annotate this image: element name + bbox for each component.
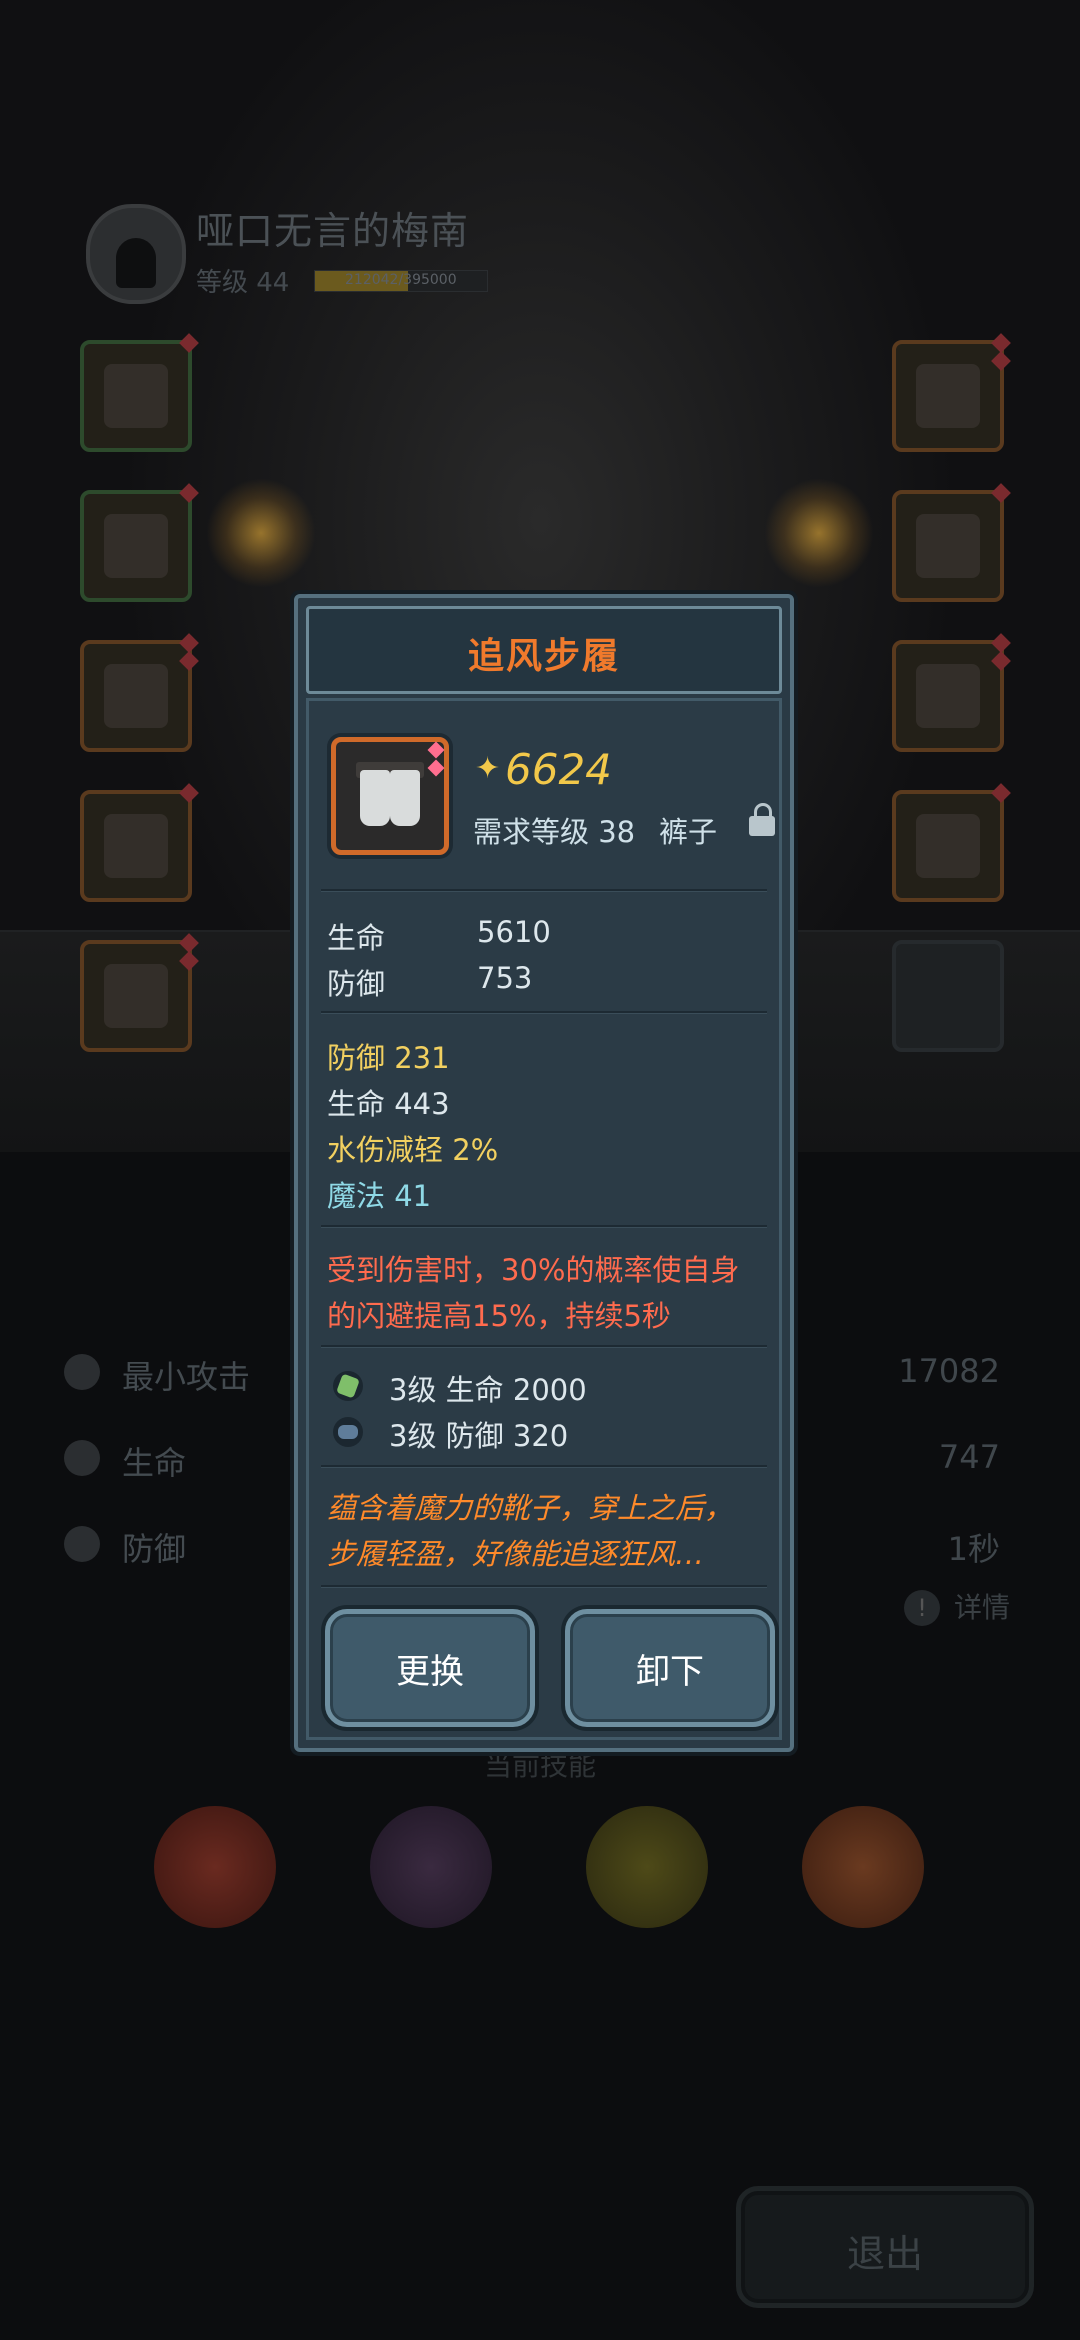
sword-icon <box>64 1354 100 1390</box>
replace-button[interactable]: 更换 <box>325 1609 535 1727</box>
divider <box>321 889 767 891</box>
equip-slot-boots[interactable] <box>80 633 199 752</box>
divider <box>321 1225 767 1227</box>
equip-slot-necklace[interactable] <box>892 633 1011 752</box>
equip-slot-empty[interactable] <box>892 940 1004 1052</box>
belt-icon <box>104 964 168 1028</box>
info-icon[interactable]: ! <box>904 1590 940 1626</box>
item-slot-type: 裤子 <box>659 815 718 849</box>
shield-icon <box>64 1526 100 1562</box>
divider <box>321 1585 767 1587</box>
stat-label: 最小攻击 <box>122 1358 251 1396</box>
stat-value: 1秒 <box>947 1530 1000 1568</box>
stat-label: 生命 <box>122 1444 187 1482</box>
player-avatar[interactable] <box>86 204 186 304</box>
set-bonus: 3级 生命 2000 <box>389 1373 587 1407</box>
item-description: 步履轻盈，好像能追逐狂风… <box>327 1537 705 1571</box>
stat-value: 17082 <box>898 1352 1000 1390</box>
equip-slot-bracer[interactable] <box>80 783 199 902</box>
divider <box>321 1345 767 1347</box>
bracer-icon <box>104 814 168 878</box>
weapon-icon <box>104 364 168 428</box>
player-name: 哑口无言的梅南 <box>196 209 470 253</box>
equip-slot-ring[interactable] <box>892 483 1011 602</box>
exit-label: 退出 <box>846 2232 923 2276</box>
bonus-stat: 防御 231 <box>327 1041 450 1075</box>
lock-icon[interactable] <box>749 803 775 836</box>
divider <box>321 1011 767 1013</box>
replace-label: 更换 <box>396 1652 464 1692</box>
score-icon: ✦ <box>475 751 501 786</box>
blue-gem-icon <box>333 1417 363 1447</box>
set-bonus: 3级 防御 320 <box>389 1419 569 1453</box>
base-stat-value: 5610 <box>477 915 551 949</box>
required-level: 需求等级 38 <box>473 815 636 849</box>
item-name: 追风步履 <box>467 636 620 677</box>
detail-link[interactable]: 详情 <box>954 1586 1010 1626</box>
skill-dagger-icon[interactable] <box>370 1806 492 1928</box>
base-stat-label: 防御 <box>327 967 386 1001</box>
ring-icon <box>916 514 980 578</box>
torch-light-left <box>206 478 316 588</box>
equip-slot-gloves[interactable] <box>892 783 1011 902</box>
item-score: 6624 <box>505 745 612 794</box>
heart-icon <box>64 1440 100 1476</box>
necklace-icon <box>916 664 980 728</box>
popup-body: ✦ 6624 需求等级 38 裤子 生命 5610 防御 753 防御 231 … <box>306 698 782 1740</box>
divider <box>321 1465 767 1467</box>
stat-value: 747 <box>938 1438 1000 1476</box>
skill-orb-icon[interactable] <box>586 1806 708 1928</box>
green-gem-icon <box>333 1371 363 1401</box>
player-level: 等级 44 <box>196 268 290 298</box>
equip-slot-helmet[interactable] <box>892 333 1011 452</box>
bonus-stat: 水伤减轻 2% <box>327 1133 499 1167</box>
unequip-button[interactable]: 卸下 <box>565 1609 775 1727</box>
popup-header: 追风步履 <box>306 606 782 694</box>
item-description: 蕴含着魔力的靴子，穿上之后， <box>327 1491 734 1525</box>
effect-line: 受到伤害时，30%的概率使自身 <box>327 1253 740 1287</box>
boots-icon <box>331 737 449 855</box>
base-stat-value: 753 <box>477 961 533 995</box>
skill-burst-icon[interactable] <box>802 1806 924 1928</box>
equip-slot-armor[interactable] <box>80 483 199 602</box>
effect-line: 的闪避提高15%，持续5秒 <box>327 1299 671 1333</box>
equip-slot-weapon[interactable] <box>80 333 199 452</box>
bonus-stat: 魔法 41 <box>327 1179 432 1213</box>
exit-button[interactable]: 退出 <box>736 2186 1034 2308</box>
torch-light-right <box>764 478 874 588</box>
armor-icon <box>104 514 168 578</box>
xp-bar: 212042/395000 <box>314 270 488 292</box>
item-detail-popup: 追风步履 ✦ 6624 需求等级 38 裤子 生命 5610 防御 753 防御… <box>294 594 794 1752</box>
base-stat-label: 生命 <box>327 921 386 955</box>
gloves-icon <box>916 814 980 878</box>
helmet-icon <box>916 364 980 428</box>
stat-label: 防御 <box>122 1530 187 1568</box>
boots-icon <box>104 664 168 728</box>
xp-text: 212042/395000 <box>345 272 457 288</box>
skill-axes-icon[interactable] <box>154 1806 276 1928</box>
unequip-label: 卸下 <box>636 1652 704 1692</box>
equip-slot-belt[interactable] <box>80 933 199 1052</box>
bonus-stat: 生命 443 <box>327 1087 450 1121</box>
